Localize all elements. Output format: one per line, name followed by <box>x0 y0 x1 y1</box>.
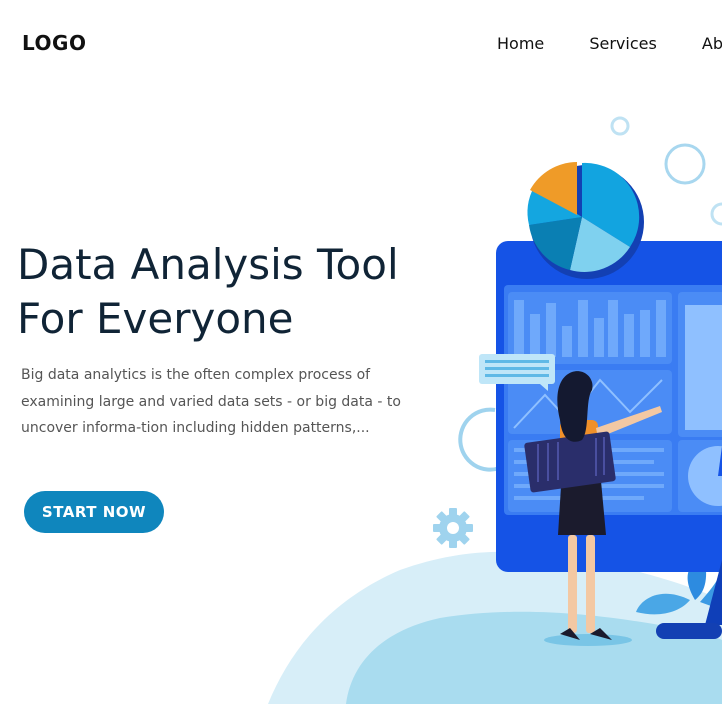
hero-title-line-2: For Everyone <box>17 294 294 343</box>
nav-home-link[interactable]: Home <box>497 34 544 53</box>
site-header: LOGO Home Services Abo <box>0 0 722 90</box>
nav-services-link[interactable]: Services <box>589 34 656 53</box>
decor-arc-icon <box>458 407 501 472</box>
nav-about-link[interactable]: Abo <box>702 34 722 53</box>
start-now-button[interactable]: START NOW <box>24 491 164 533</box>
decor-circle-icon <box>710 202 722 226</box>
gear-icon <box>433 508 473 548</box>
decor-circle-icon <box>610 116 630 136</box>
hero-illustration <box>268 116 722 704</box>
decor-circle-icon <box>664 143 706 185</box>
main-nav: Home Services Abo <box>497 34 722 53</box>
logo[interactable]: LOGO <box>22 31 86 55</box>
